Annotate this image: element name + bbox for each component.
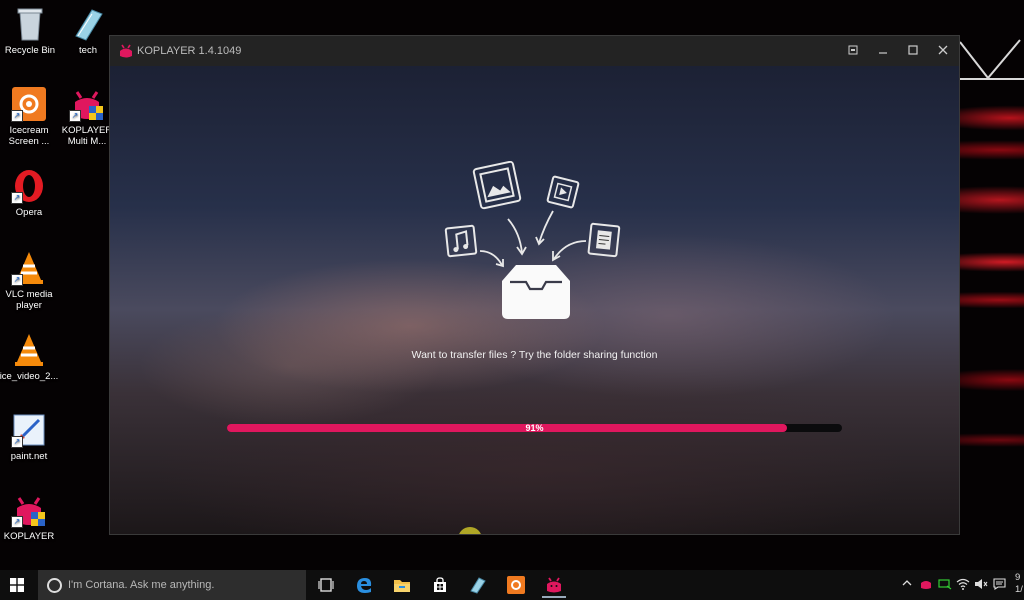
- clock-time: 9: [1015, 572, 1021, 583]
- edge-taskbar-button[interactable]: [352, 574, 376, 596]
- tray-volume[interactable]: [974, 578, 988, 593]
- video-icon: [546, 175, 580, 209]
- desktop-icon-label: KOPLAYER: [3, 531, 55, 542]
- show-hidden-icons-button[interactable]: [902, 578, 912, 591]
- icecream-icon: [507, 576, 525, 594]
- file-transfer-illustration: [444, 161, 621, 319]
- close-button[interactable]: [934, 42, 952, 60]
- desktop-icon-ice-video[interactable]: ice_video_2...: [0, 332, 61, 382]
- desktop-icon-opera[interactable]: ↗ Opera: [0, 168, 61, 218]
- cortana-icon: [47, 578, 62, 593]
- shortcut-arrow-icon: ↗: [11, 516, 23, 528]
- chevron-up-icon: [902, 580, 912, 586]
- shortcut-arrow-icon: ↗: [11, 274, 23, 286]
- desktop-icon-koplayer[interactable]: ↗ KOPLAYER: [0, 492, 61, 542]
- tech-app-icon: [470, 577, 486, 594]
- store-taskbar-button[interactable]: [428, 574, 452, 596]
- tech-taskbar-button[interactable]: [466, 574, 490, 596]
- desktop-icon-label: Recycle Bin: [4, 45, 56, 56]
- vlc-icon: ↗: [11, 250, 47, 286]
- store-icon: [434, 577, 446, 592]
- task-view-icon: [318, 578, 334, 592]
- maximize-button[interactable]: [904, 42, 922, 60]
- koplayer-window[interactable]: KOPLAYER 1.4.1049 Want to transfer files…: [109, 35, 960, 535]
- loading-progress-bar: 91%: [227, 423, 842, 433]
- window-mode-icon: [848, 45, 858, 55]
- search-placeholder: I'm Cortana. Ask me anything.: [68, 579, 215, 591]
- minimize-icon: [879, 52, 887, 54]
- tray-clock[interactable]: 9 1/: [1015, 572, 1023, 596]
- volume-muted-icon: [975, 579, 988, 589]
- koplayer-logo-icon: [120, 44, 132, 58]
- file-explorer-taskbar-button[interactable]: [390, 574, 414, 596]
- cursor-highlight: [458, 527, 482, 534]
- tray-koplayer[interactable]: [920, 578, 932, 593]
- desktop-icon-label: Opera: [15, 207, 43, 218]
- document-icon: [587, 222, 621, 258]
- koplayer-icon: [547, 577, 561, 593]
- task-view-button[interactable]: [314, 574, 338, 596]
- shortcut-arrow-icon: ↗: [11, 436, 23, 448]
- window-titlebar[interactable]: KOPLAYER 1.4.1049: [110, 36, 959, 66]
- image-icon: [472, 161, 522, 210]
- clock-date: 1/: [1015, 584, 1023, 595]
- folder-sharing-tip: Want to transfer files ? Try the folder …: [411, 349, 658, 361]
- arrow-icons: [479, 210, 587, 268]
- desktop-icon-label: VLC media player: [5, 289, 53, 311]
- restore-small-button[interactable]: [844, 42, 862, 60]
- tray-device[interactable]: [938, 578, 952, 593]
- desktop-icon-recycle-bin[interactable]: Recycle Bin: [0, 6, 62, 56]
- tray-notifications[interactable]: [993, 578, 1006, 593]
- icecream-screen-recorder-icon: ↗: [11, 86, 47, 122]
- action-center-icon: [993, 578, 1006, 591]
- maximize-icon: [908, 45, 918, 55]
- desktop-icon-label: ice_video_2...: [0, 371, 59, 382]
- koplayer-tray-icon: [921, 581, 931, 589]
- taskbar: I'm Cortana. Ask me anything. 9 1/: [0, 570, 1024, 600]
- shortcut-arrow-icon: ↗: [11, 110, 23, 122]
- loading-screen: Want to transfer files ? Try the folder …: [110, 66, 959, 534]
- close-icon: [938, 45, 948, 55]
- icecream-taskbar-button[interactable]: [504, 574, 528, 596]
- wifi-icon: [956, 578, 970, 590]
- koplayer-multi-icon: ↗: [69, 86, 105, 122]
- paint-net-icon: ↗: [11, 412, 47, 448]
- shortcut-arrow-icon: ↗: [69, 110, 81, 122]
- shortcut-arrow-icon: ↗: [11, 192, 23, 204]
- opera-icon: ↗: [11, 168, 47, 204]
- desktop-icon-vlc[interactable]: ↗ VLC media player: [0, 250, 61, 311]
- desktop-icon-label: paint.net: [10, 451, 48, 462]
- koplayer-icon: ↗: [11, 492, 47, 528]
- file-explorer-icon: [394, 580, 410, 592]
- desktop-icon-paint-net[interactable]: ↗ paint.net: [0, 412, 61, 462]
- vlc-file-icon: [11, 332, 47, 368]
- cortana-search-box[interactable]: I'm Cortana. Ask me anything.: [38, 570, 306, 600]
- desktop-icon-label: Icecream Screen ...: [8, 125, 50, 147]
- recycle-bin-icon: [12, 6, 48, 42]
- windows-start-icon[interactable]: [10, 578, 24, 592]
- tray-wifi[interactable]: [956, 578, 970, 593]
- music-icon: [444, 224, 478, 258]
- koplayer-taskbar-button[interactable]: [542, 574, 566, 598]
- notepad-icon: [70, 6, 106, 42]
- minimize-button[interactable]: [874, 42, 892, 60]
- edge-icon: [357, 578, 372, 593]
- progress-percent: 91%: [525, 423, 544, 433]
- window-title: KOPLAYER 1.4.1049: [137, 45, 242, 57]
- device-tray-icon: [938, 579, 952, 590]
- desktop-icon-icecream[interactable]: ↗ Icecream Screen ...: [0, 86, 61, 147]
- inbox-icon: [502, 265, 570, 319]
- wallpaper-decoration: [958, 39, 1024, 80]
